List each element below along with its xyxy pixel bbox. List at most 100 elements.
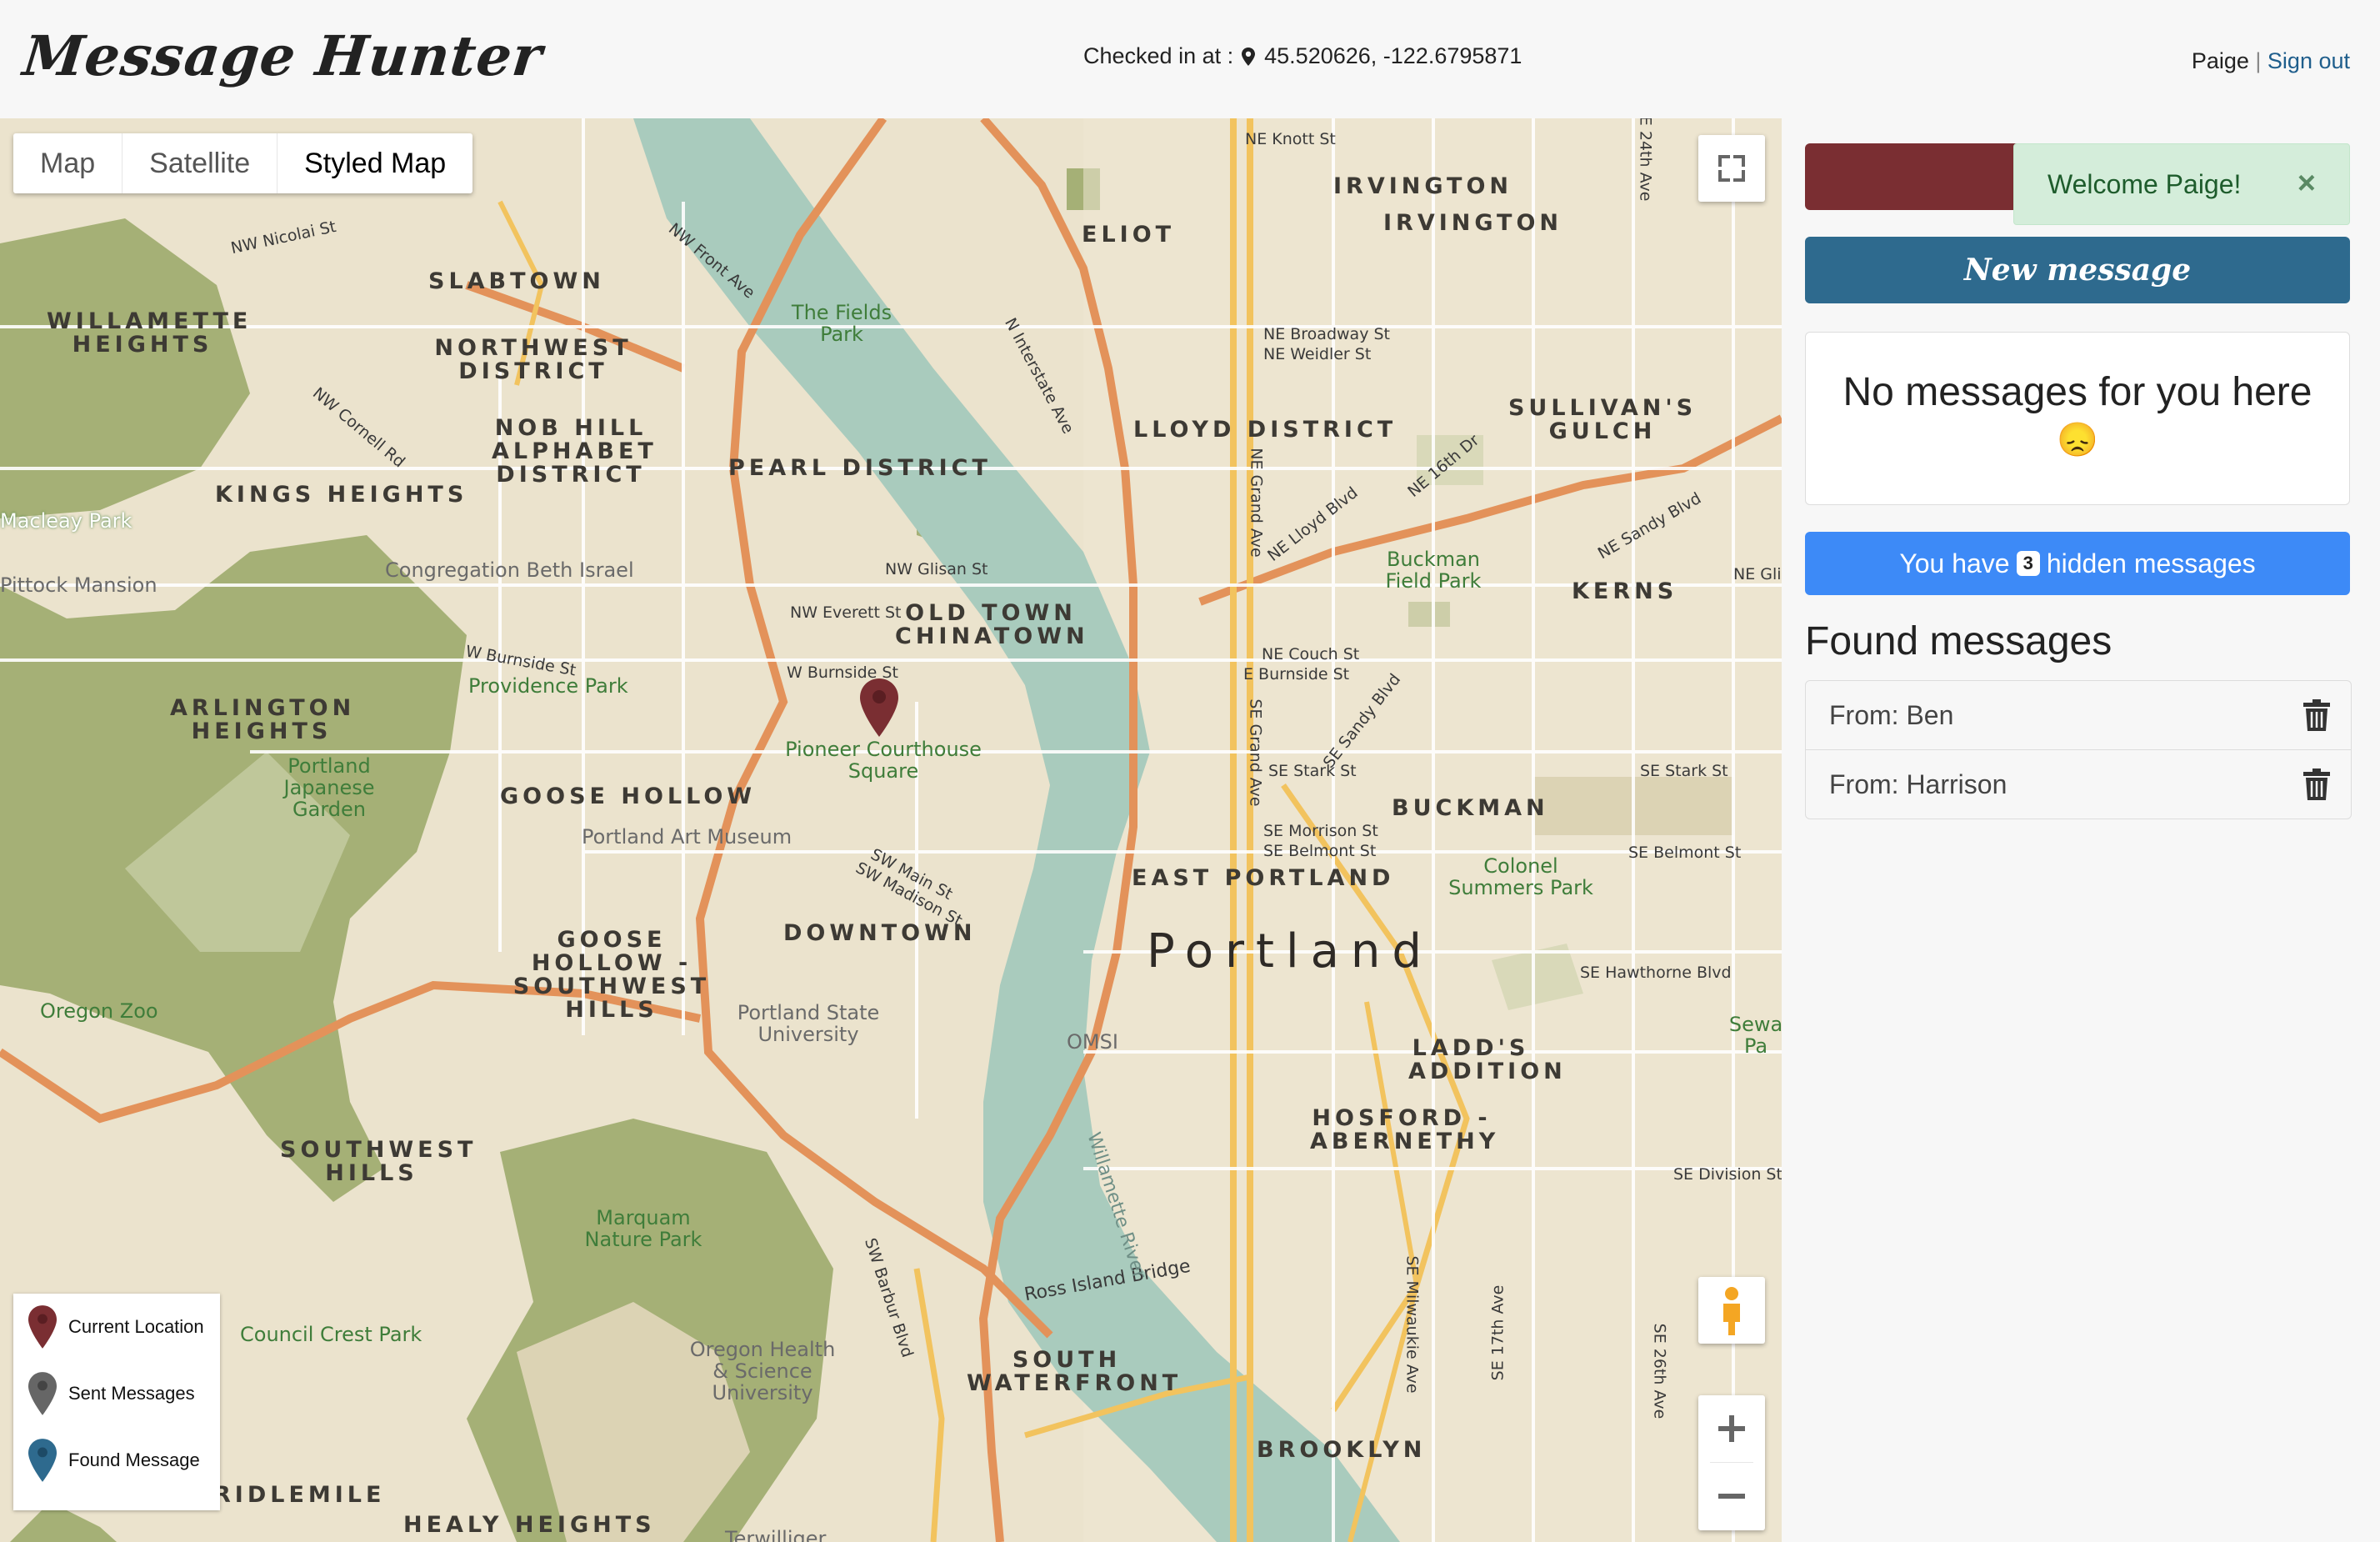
close-icon[interactable]: × (2298, 166, 2316, 202)
street-label: NE Gli (1733, 565, 1782, 583)
found-messages-heading: Found messages (1805, 619, 2112, 663)
street-label: SE Stark St (1268, 762, 1357, 780)
district-label: SULLIVAN'S GULCH (1508, 395, 1698, 444)
poi-label: Terwilliger (725, 1527, 827, 1542)
toast-message: Welcome Paige! (2048, 169, 2242, 199)
checkin-coordinates: 45.520626, -122.6795871 (1264, 43, 1522, 68)
street-label: SE Milwaukie Ave (1402, 1255, 1422, 1394)
trash-icon[interactable] (2302, 768, 2331, 801)
street-label: SE 17th Ave (1488, 1284, 1508, 1381)
app-logo-title[interactable]: Message Hunter (20, 23, 546, 88)
legend-label: Sent Messages (68, 1383, 195, 1404)
found-message-sender: From: Ben (1829, 699, 1954, 730)
poi-label: Oregon Health & Science University (689, 1338, 836, 1404)
sign-out-link[interactable]: Sign out (2268, 48, 2350, 73)
district-label: EAST PORTLAND (1132, 865, 1395, 891)
park-label: Marquam Nature Park (584, 1206, 702, 1251)
district-label: OLD TOWN CHINATOWN (895, 600, 1089, 649)
park-label: The Fields Park (791, 301, 892, 346)
zoom-control (1698, 1395, 1765, 1530)
legend-item-current-location: Current Location (13, 1294, 220, 1360)
found-messages-list: From: Ben From: Harrison (1805, 680, 2352, 819)
plus-icon (1718, 1415, 1745, 1442)
district-label: ARLINGTON HEIGHTS (170, 695, 356, 744)
street-label: SE Belmont St (1263, 842, 1377, 860)
street-label: SE Belmont St (1628, 844, 1742, 862)
park-label: Colonel Summers Park (1448, 854, 1593, 899)
user-name: Paige (2191, 48, 2249, 73)
park-label: Oregon Zoo (40, 999, 158, 1023)
new-message-button[interactable]: New message (1805, 237, 2350, 303)
street-label: SE Morrison St (1263, 822, 1378, 840)
district-label: HOSFORD - ABERNETHY (1310, 1105, 1500, 1154)
hidden-prefix: You have (1899, 548, 2010, 578)
found-message-pin-icon (28, 1439, 57, 1482)
map-type-styled-button[interactable]: Styled Map (278, 133, 472, 193)
map-marker-icon (1241, 48, 1255, 66)
poi-label: Portland State University (737, 1001, 880, 1046)
empty-state-title: No messages for you here (1842, 370, 2312, 414)
city-label: Portland (1147, 924, 1433, 979)
trash-icon[interactable] (2302, 698, 2331, 732)
park-label: Portland Japanese Garden (283, 754, 375, 821)
street-view-pegman-button[interactable] (1698, 1277, 1765, 1344)
park-label: Providence Park (468, 674, 628, 698)
map-type-map-button[interactable]: Map (13, 133, 123, 193)
map-type-satellite-button[interactable]: Satellite (122, 133, 278, 193)
district-label: SOUTH WATERFRONT (967, 1347, 1182, 1396)
legend-label: Current Location (68, 1316, 204, 1337)
street-label: SE Hawthorne Blvd (1580, 964, 1732, 982)
pegman-icon (1723, 1287, 1740, 1335)
welcome-toast: Welcome Paige! × (2013, 143, 2350, 225)
street-label: NE Grand Ave (1247, 448, 1266, 558)
sent-message-pin-icon (28, 1372, 57, 1415)
district-label: PEARL DISTRICT (728, 455, 992, 481)
street-label: NW Glisan St (885, 560, 988, 578)
street-label: NE Broadway St (1263, 325, 1390, 343)
list-item[interactable]: From: Ben (1806, 681, 2351, 750)
district-label: IRVINGTON (1333, 173, 1513, 199)
district-label: HEALY HEIGHTS (403, 1512, 656, 1538)
hidden-suffix: hidden messages (2046, 548, 2256, 578)
street-label: SE Grand Ave (1246, 698, 1265, 807)
hidden-messages-button[interactable]: You have 3 hidden messages (1805, 532, 2350, 595)
district-label: BROOKLYN (1257, 1437, 1427, 1463)
messages-empty-card: No messages for you here 😞 (1805, 332, 2350, 505)
checkin-status: Checked in at : 45.520626, -122.6795871 (1083, 43, 1522, 69)
fullscreen-button[interactable] (1698, 135, 1765, 202)
district-label: GOOSE HOLLOW - SOUTHWEST HILLS (512, 927, 711, 1023)
district-label: LLOYD DISTRICT (1133, 417, 1398, 443)
marker-label: Pioneer Courthouse Square (785, 738, 982, 783)
hidden-count-badge: 3 (2016, 551, 2040, 576)
list-item[interactable]: From: Harrison (1806, 750, 2351, 819)
legend-item-sent-messages: Sent Messages (13, 1360, 220, 1427)
current-location-pin-icon (28, 1305, 57, 1349)
user-menu: Paige | Sign out (2192, 48, 2350, 74)
user-separator: | (2255, 48, 2262, 73)
map-legend: Current Location Sent Messages Found Mes… (13, 1294, 220, 1510)
fullscreen-icon (1718, 155, 1745, 182)
district-label: ELIOT (1082, 222, 1176, 248)
district-label: NOB HILL ALPHABET DISTRICT (492, 415, 658, 488)
park-label: Buckman Field Park (1385, 548, 1482, 593)
district-label: KERNS (1572, 578, 1678, 604)
found-message-sender: From: Harrison (1829, 768, 2008, 799)
district-label: SLABTOWN (428, 268, 605, 294)
legend-item-found-message: Found Message (13, 1427, 220, 1494)
zoom-out-button[interactable] (1698, 1463, 1765, 1529)
poi-label: Pittock Mansion (0, 573, 158, 597)
street-label: SE 26th Ave (1650, 1323, 1669, 1419)
current-location-marker-icon[interactable] (860, 678, 898, 737)
street-label: SE Stark St (1640, 762, 1728, 780)
park-label: Sewa Pa (1728, 1013, 1782, 1058)
district-label: IRVINGTON (1383, 210, 1563, 236)
checkin-label: Checked in at : (1083, 43, 1234, 68)
district-label: SOUTHWEST HILLS (280, 1137, 478, 1186)
minus-icon (1718, 1494, 1745, 1499)
legend-label: Found Message (68, 1449, 200, 1470)
zoom-in-button[interactable] (1698, 1395, 1765, 1462)
district-label: WILLAMETTE HEIGHTS (47, 308, 252, 358)
map-canvas[interactable]: IRVINGTON IRVINGTON ELIOT SLABTOWN WILLA… (0, 118, 1782, 1542)
sad-face-icon: 😞 (2057, 422, 2098, 458)
poi-label: Portland Art Museum (582, 825, 792, 849)
